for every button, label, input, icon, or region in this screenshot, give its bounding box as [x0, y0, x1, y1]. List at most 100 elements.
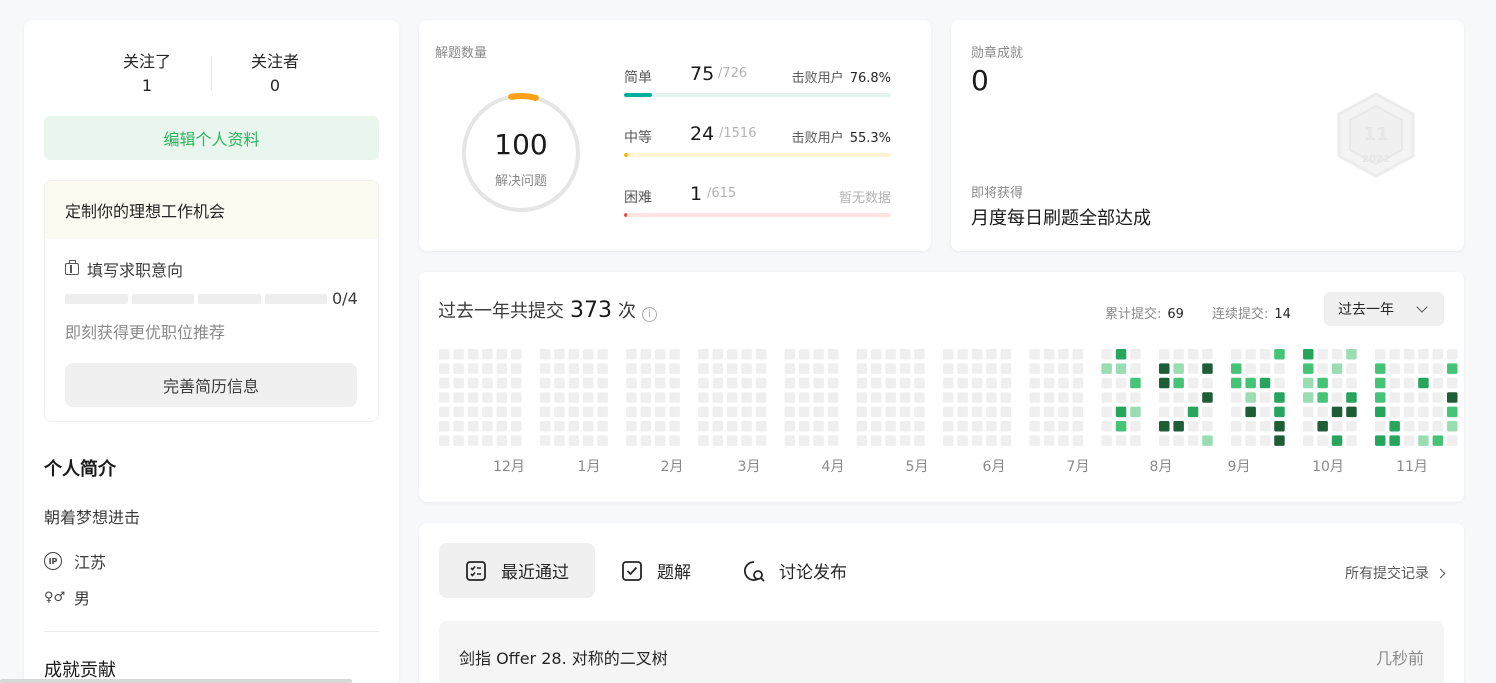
heatmap-cell[interactable] [482, 377, 493, 389]
heatmap-cell[interactable] [813, 363, 824, 374]
heatmap-cell[interactable] [496, 435, 508, 446]
heatmap-cell[interactable] [453, 377, 464, 389]
heatmap-cell[interactable] [799, 392, 810, 403]
heatmap-cell[interactable] [583, 363, 594, 374]
heatmap-cell[interactable] [755, 377, 767, 389]
heatmap-cell[interactable] [1432, 435, 1444, 446]
heatmap-cell[interactable] [626, 349, 637, 360]
heatmap-cell[interactable] [539, 363, 551, 374]
heatmap-cell[interactable] [1389, 435, 1400, 446]
heatmap-cell[interactable] [1029, 377, 1040, 389]
heatmap-cell[interactable] [1432, 392, 1444, 403]
heatmap-cell[interactable] [453, 421, 464, 432]
heatmap-cell[interactable] [1346, 363, 1357, 374]
heatmap-cell[interactable] [496, 363, 508, 374]
heatmap-cell[interactable] [1000, 392, 1012, 403]
heatmap-cell[interactable] [1418, 363, 1429, 374]
heatmap-cell[interactable] [1403, 392, 1415, 403]
heatmap-cell[interactable] [827, 392, 839, 403]
heatmap-cell[interactable] [597, 363, 608, 374]
heatmap-cell[interactable] [1375, 421, 1386, 432]
heatmap-cell[interactable] [799, 406, 810, 418]
tab-recent-accepted[interactable]: 最近通过 [439, 543, 595, 598]
heatmap-cell[interactable] [856, 349, 868, 360]
heatmap-cell[interactable] [712, 349, 724, 360]
heatmap-cell[interactable] [1303, 349, 1314, 360]
heatmap-cell[interactable] [871, 421, 882, 432]
heatmap-cell[interactable] [655, 435, 666, 446]
heatmap-cell[interactable] [597, 377, 608, 389]
heatmap-cell[interactable] [943, 435, 954, 446]
heatmap-cell[interactable] [1187, 363, 1199, 374]
heatmap-cell[interactable] [813, 435, 824, 446]
heatmap-cell[interactable] [899, 349, 911, 360]
heatmap-cell[interactable] [871, 392, 882, 403]
heatmap-cell[interactable] [741, 363, 752, 374]
heatmap-cell[interactable] [899, 435, 911, 446]
heatmap-cell[interactable] [799, 435, 810, 446]
heatmap-cell[interactable] [669, 406, 680, 418]
heatmap-cell[interactable] [1447, 349, 1458, 360]
heatmap-cell[interactable] [1375, 377, 1386, 389]
heatmap-cell[interactable] [1389, 406, 1400, 418]
heatmap-cell[interactable] [496, 421, 508, 432]
heatmap-cell[interactable] [698, 392, 709, 403]
heatmap-cell[interactable] [1187, 406, 1199, 418]
heatmap-cell[interactable] [1259, 349, 1271, 360]
heatmap-cell[interactable] [583, 406, 594, 418]
heatmap-cell[interactable] [1072, 421, 1084, 432]
heatmap-cell[interactable] [885, 377, 896, 389]
heatmap-cell[interactable] [1187, 392, 1199, 403]
heatmap-cell[interactable] [1389, 363, 1400, 374]
heatmap-cell[interactable] [439, 349, 450, 360]
heatmap-cell[interactable] [741, 392, 752, 403]
heatmap-cell[interactable] [655, 377, 666, 389]
heatmap-cell[interactable] [1187, 349, 1199, 360]
heatmap-cell[interactable] [496, 392, 508, 403]
heatmap-cell[interactable] [1331, 377, 1343, 389]
heatmap-cell[interactable] [1072, 363, 1084, 374]
heatmap-cell[interactable] [467, 349, 479, 360]
heatmap-cell[interactable] [539, 377, 551, 389]
heatmap-cell[interactable] [1447, 392, 1458, 403]
submission-row[interactable]: 剑指 Offer 28. 对称的二叉树 几秒前 [439, 621, 1444, 683]
heatmap-cell[interactable] [871, 377, 882, 389]
heatmap-cell[interactable] [1058, 406, 1069, 418]
heatmap-cell[interactable] [554, 392, 565, 403]
heatmap-cell[interactable] [511, 349, 522, 360]
heatmap-cell[interactable] [1447, 421, 1458, 432]
heatmap-cell[interactable] [698, 377, 709, 389]
heatmap-cell[interactable] [1000, 421, 1012, 432]
heatmap-cell[interactable] [1447, 435, 1458, 446]
heatmap-cell[interactable] [1346, 421, 1357, 432]
heatmap-cell[interactable] [1000, 435, 1012, 446]
heatmap-cell[interactable] [1418, 392, 1429, 403]
heatmap-cell[interactable] [813, 392, 824, 403]
heatmap-cell[interactable] [1043, 363, 1055, 374]
heatmap-cell[interactable] [755, 406, 767, 418]
heatmap-cell[interactable] [1259, 392, 1271, 403]
heatmap-cell[interactable] [741, 406, 752, 418]
heatmap-cell[interactable] [1130, 435, 1141, 446]
heatmap-cell[interactable] [784, 392, 796, 403]
heatmap-cell[interactable] [1259, 421, 1271, 432]
heatmap-cell[interactable] [1000, 363, 1012, 374]
heatmap-cell[interactable] [986, 363, 997, 374]
heatmap-cell[interactable] [539, 406, 551, 418]
heatmap-cell[interactable] [1317, 406, 1328, 418]
heatmap-cell[interactable] [971, 435, 983, 446]
heatmap-cell[interactable] [1029, 363, 1040, 374]
heatmap-cell[interactable] [943, 392, 954, 403]
heatmap-cell[interactable] [1447, 363, 1458, 374]
heatmap-cell[interactable] [741, 349, 752, 360]
heatmap-cell[interactable] [1058, 349, 1069, 360]
heatmap-cell[interactable] [554, 363, 565, 374]
heatmap-cell[interactable] [957, 377, 968, 389]
heatmap-cell[interactable] [1101, 421, 1112, 432]
heatmap-cell[interactable] [1130, 392, 1141, 403]
heatmap-cell[interactable] [1043, 421, 1055, 432]
heatmap-cell[interactable] [1447, 406, 1458, 418]
heatmap-cell[interactable] [986, 421, 997, 432]
heatmap-cell[interactable] [971, 406, 983, 418]
heatmap-cell[interactable] [827, 406, 839, 418]
